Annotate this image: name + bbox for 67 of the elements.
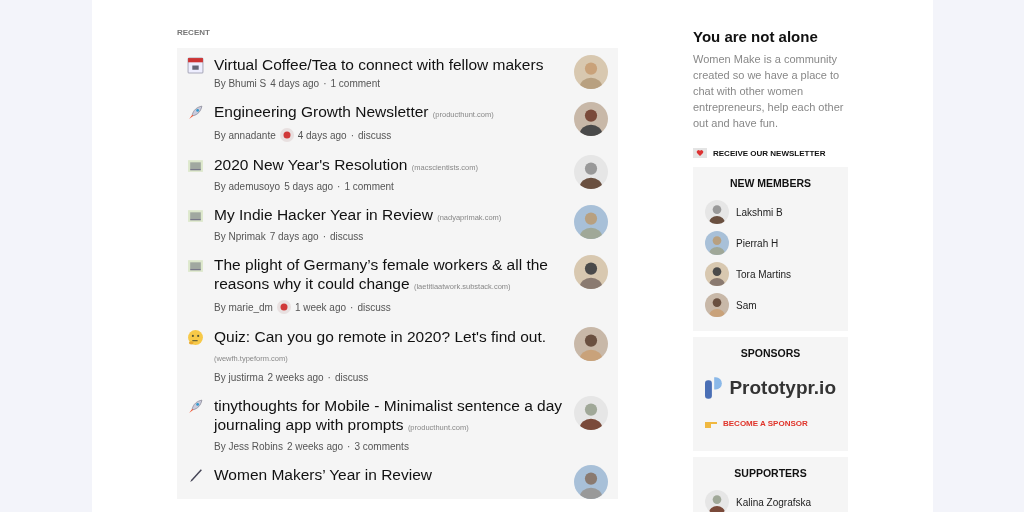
rocket-icon <box>187 104 204 121</box>
comments-link[interactable]: discuss <box>334 372 369 383</box>
avatar[interactable] <box>574 465 608 499</box>
calendar-icon <box>187 57 204 74</box>
card-heading: SPONSORS <box>739 347 802 359</box>
avatar[interactable] <box>574 327 608 361</box>
member-name[interactable]: Kalina Zografska <box>736 496 812 508</box>
logo-icon <box>705 374 724 402</box>
card-heading: NEW MEMBERS <box>728 177 813 189</box>
post-author[interactable]: By Bhumi S <box>214 78 267 89</box>
member-name[interactable]: Tora Martins <box>736 268 791 280</box>
picture-icon <box>187 257 204 274</box>
post-title[interactable]: Women Makers’ Year in Review <box>214 465 564 484</box>
avatar[interactable] <box>574 155 608 189</box>
card-heading: SUPPORTERS <box>733 467 808 479</box>
sidebar-description: Women Make is a community created so we have a place to chat with other women entrepreneurs, help each other out and have fun. <box>693 52 845 131</box>
thinking-face-icon <box>187 329 204 346</box>
flower-badge-icon <box>279 128 294 142</box>
sponsor-name[interactable]: Prototypr.io <box>729 377 836 399</box>
section-heading: RECENT <box>177 28 211 37</box>
post-author[interactable]: By marie_dm <box>214 301 273 313</box>
sidebar-title: You are not alone <box>693 28 819 45</box>
avatar[interactable] <box>705 490 729 512</box>
avatar[interactable] <box>574 396 608 430</box>
rocket-icon <box>187 398 204 415</box>
comments-link[interactable]: 1 comment <box>330 78 380 89</box>
post-time: 4 days ago <box>270 78 320 89</box>
separator-dot: · <box>327 372 331 383</box>
separator-dot: · <box>350 129 354 141</box>
picture-icon <box>187 157 204 174</box>
post-author[interactable]: By Jess Robins <box>214 441 283 452</box>
avatar[interactable] <box>574 255 608 289</box>
pointing-hand-icon <box>705 419 717 428</box>
separator-dot: · <box>323 78 327 89</box>
picture-icon <box>187 207 204 224</box>
avatar[interactable] <box>705 200 729 224</box>
post-author[interactable]: By annadante <box>214 129 276 141</box>
post-time: 2 weeks ago <box>267 372 324 383</box>
comments-link[interactable]: discuss <box>329 231 364 242</box>
post-author[interactable]: By Nprimak <box>214 231 266 242</box>
flower-badge-icon <box>276 300 291 314</box>
post-time: 5 days ago <box>284 181 334 192</box>
avatar[interactable] <box>574 102 608 136</box>
separator-dot: · <box>337 181 341 192</box>
post-time: 4 days ago <box>297 129 347 141</box>
post-time: 1 week ago <box>294 301 347 313</box>
member-name[interactable]: Lakshmi B <box>736 206 783 218</box>
heart-icon <box>693 148 707 158</box>
avatar[interactable] <box>705 262 729 286</box>
become-sponsor-link[interactable]: BECOME A SPONSOR <box>723 419 808 428</box>
member-name[interactable]: Sam <box>736 299 757 311</box>
avatar[interactable] <box>705 293 729 317</box>
separator-dot: · <box>322 231 326 242</box>
separator-dot: · <box>347 441 351 452</box>
separator-dot: · <box>350 301 354 313</box>
post-author[interactable]: By justirma <box>214 372 264 383</box>
pen-icon <box>187 467 204 484</box>
comments-link[interactable]: discuss <box>358 129 392 141</box>
post-time: 7 days ago <box>269 231 319 242</box>
post-time: 2 weeks ago <box>286 441 344 452</box>
post-author[interactable]: By ademusoyo <box>214 181 281 192</box>
post-title[interactable]: Virtual Coffee/Tea to connect with fellow makers <box>214 55 564 74</box>
comments-link[interactable]: 1 comment <box>344 181 394 192</box>
member-name[interactable]: Pierrah H <box>736 237 779 249</box>
newsletter-link[interactable]: RECEIVE OUR NEWSLETTER <box>713 148 826 158</box>
comments-link[interactable]: 3 comments <box>354 441 409 452</box>
comments-link[interactable]: discuss <box>357 301 391 313</box>
